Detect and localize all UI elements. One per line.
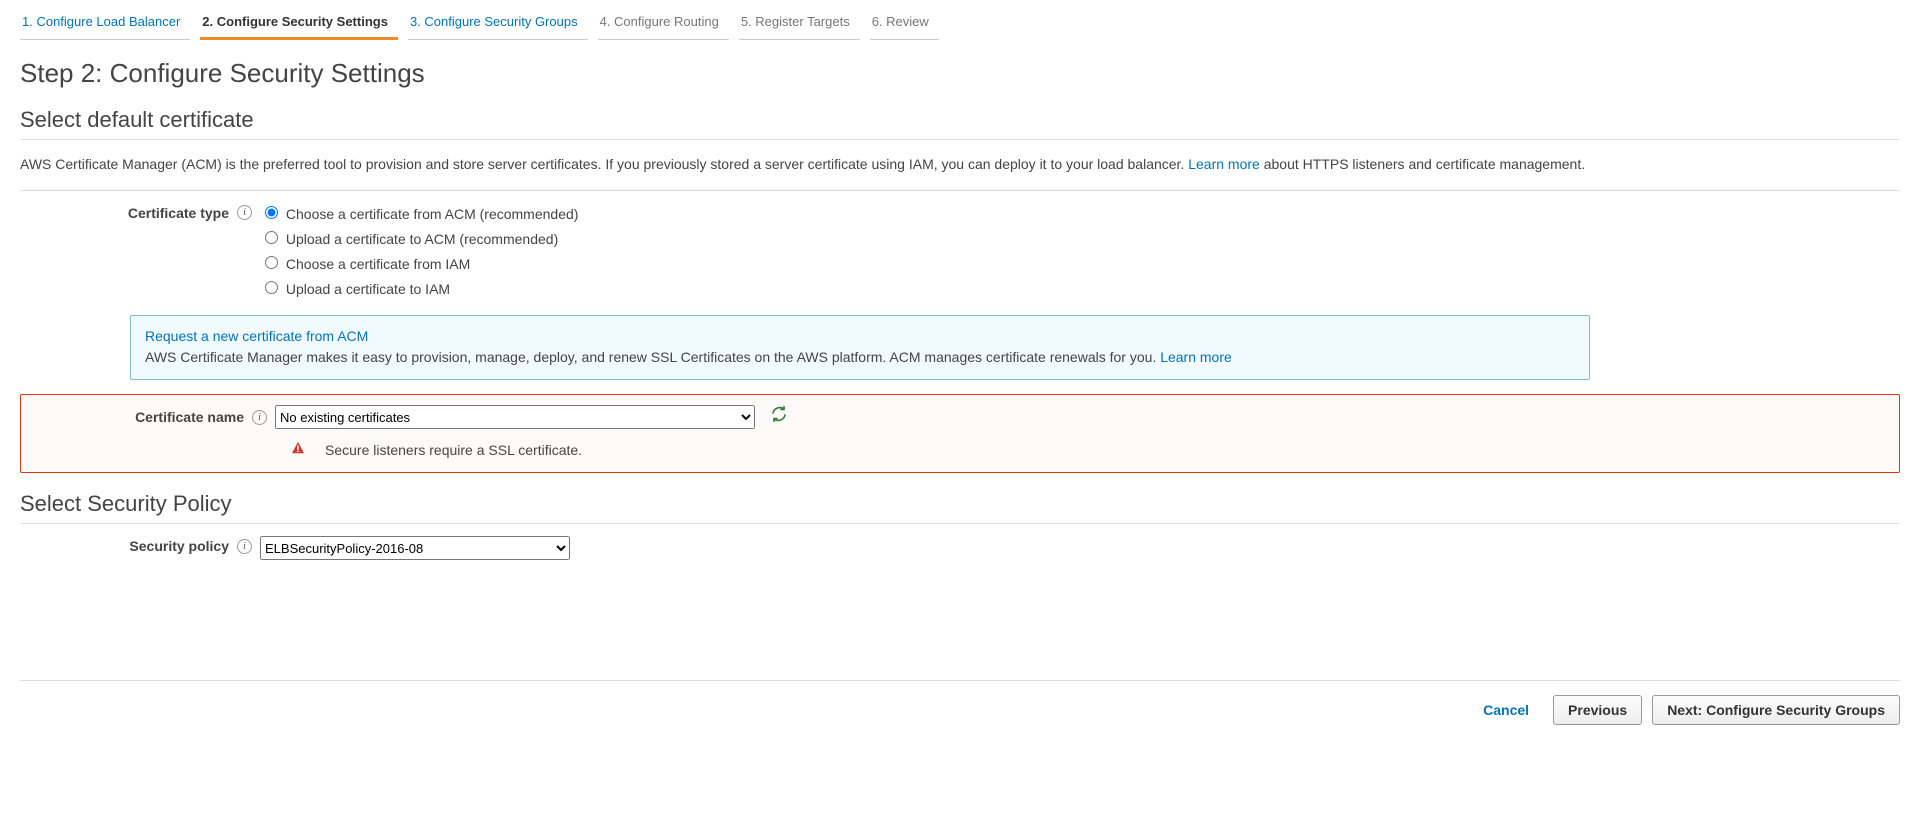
policy-control: ELBSecurityPolicy-2016-08: [260, 536, 1900, 560]
cert-name-error-box: Certificate name i No existing certifica…: [20, 394, 1900, 473]
cert-name-control: No existing certificates: [275, 405, 1885, 429]
radio-acm-upload[interactable]: Upload a certificate to ACM (recommended…: [260, 228, 1900, 247]
cert-name-label: Certificate name i: [35, 409, 275, 425]
page-title: Step 2: Configure Security Settings: [20, 58, 1900, 89]
acm-info-box: Request a new certificate from ACM AWS C…: [130, 315, 1590, 380]
radio-iam-choose-input[interactable]: [265, 256, 278, 269]
section-policy-title: Select Security Policy: [20, 491, 1900, 517]
radio-iam-choose[interactable]: Choose a certificate from IAM: [260, 253, 1900, 272]
intro-text-b: about HTTPS listeners and certificate ma…: [1264, 156, 1585, 172]
next-button[interactable]: Next: Configure Security Groups: [1652, 695, 1900, 725]
cert-name-label-text: Certificate name: [135, 409, 244, 425]
wizard-step-2[interactable]: 2. Configure Security Settings: [200, 10, 398, 40]
cert-name-select[interactable]: No existing certificates: [275, 405, 755, 429]
cert-error-msg-row: Secure listeners require a SSL certifica…: [291, 441, 1885, 458]
wizard-step-3[interactable]: 3. Configure Security Groups: [408, 10, 588, 40]
radio-label: Upload a certificate to IAM: [286, 281, 450, 297]
request-acm-cert-link[interactable]: Request a new certificate from ACM: [145, 328, 368, 344]
learn-more-link[interactable]: Learn more: [1188, 156, 1260, 172]
separator: [20, 190, 1900, 191]
section-cert-intro: AWS Certificate Manager (ACM) is the pre…: [20, 154, 1900, 176]
info-icon[interactable]: i: [237, 205, 252, 220]
previous-button[interactable]: Previous: [1553, 695, 1642, 725]
radio-iam-upload[interactable]: Upload a certificate to IAM: [260, 278, 1900, 297]
cancel-button[interactable]: Cancel: [1469, 696, 1543, 724]
wizard-step-4: 4. Configure Routing: [598, 10, 729, 40]
radio-acm-upload-input[interactable]: [265, 231, 278, 244]
separator: [20, 523, 1900, 524]
wizard-step-5: 5. Register Targets: [739, 10, 860, 40]
info-icon[interactable]: i: [252, 410, 267, 425]
cert-type-label-text: Certificate type: [128, 205, 229, 221]
cert-type-radios: Choose a certificate from ACM (recommend…: [260, 203, 1900, 303]
radio-acm-choose-input[interactable]: [265, 206, 278, 219]
cert-name-row: Certificate name i No existing certifica…: [35, 405, 1885, 429]
radio-acm-choose[interactable]: Choose a certificate from ACM (recommend…: [260, 203, 1900, 222]
radio-label: Choose a certificate from ACM (recommend…: [286, 206, 579, 222]
alert-icon: [291, 441, 305, 458]
radio-label: Upload a certificate to ACM (recommended…: [286, 231, 558, 247]
acm-learn-more-link[interactable]: Learn more: [1160, 349, 1232, 365]
radio-label: Choose a certificate from IAM: [286, 256, 470, 272]
acm-info-text: AWS Certificate Manager makes it easy to…: [145, 349, 1160, 365]
policy-label: Security policy i: [20, 536, 260, 554]
wizard-step-1[interactable]: 1. Configure Load Balancer: [20, 10, 190, 40]
security-policy-select[interactable]: ELBSecurityPolicy-2016-08: [260, 536, 570, 560]
separator: [20, 139, 1900, 140]
info-icon[interactable]: i: [237, 539, 252, 554]
radio-iam-upload-input[interactable]: [265, 281, 278, 294]
intro-text-a: AWS Certificate Manager (ACM) is the pre…: [20, 156, 1188, 172]
wizard-step-6: 6. Review: [870, 10, 939, 40]
policy-label-text: Security policy: [129, 538, 229, 554]
refresh-icon[interactable]: [771, 406, 787, 426]
section-cert-title: Select default certificate: [20, 107, 1900, 133]
wizard-steps: 1. Configure Load Balancer 2. Configure …: [20, 10, 1900, 40]
policy-row: Security policy i ELBSecurityPolicy-2016…: [20, 536, 1900, 560]
cert-type-label: Certificate type i: [20, 203, 260, 221]
cert-type-row: Certificate type i Choose a certificate …: [20, 203, 1900, 303]
cert-error-msg: Secure listeners require a SSL certifica…: [325, 442, 582, 458]
button-bar: Cancel Previous Next: Configure Security…: [20, 680, 1900, 725]
